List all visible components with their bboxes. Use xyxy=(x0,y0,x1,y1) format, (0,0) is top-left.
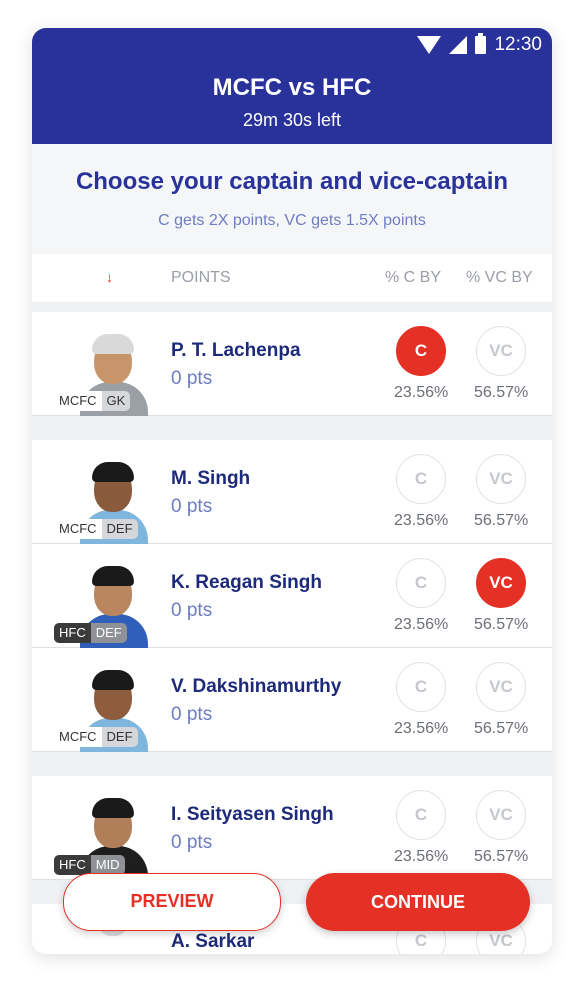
captain-button[interactable]: C xyxy=(396,790,446,840)
player-row: MCFC GK P. T. Lachenpa 0 pts C VC 23.56%… xyxy=(32,312,552,416)
player-name: P. T. Lachenpa xyxy=(171,340,301,361)
vice-captain-percent: 56.57% xyxy=(474,616,529,633)
status-bar: 12:30 xyxy=(417,33,542,56)
wifi-icon xyxy=(417,36,442,54)
page-subtitle: C gets 2X points, VC gets 1.5X points xyxy=(158,212,426,229)
team-position-tag: HFC DEF xyxy=(54,623,127,643)
player-name: M. Singh xyxy=(171,468,251,489)
player-row: HFC DEF K. Reagan Singh 0 pts C VC 23.56… xyxy=(32,544,552,648)
time-left: 29m 30s left xyxy=(242,110,342,130)
team-position-tag: HFC MID xyxy=(54,855,125,875)
vice-captain-button[interactable]: VC xyxy=(476,558,526,608)
captain-percent: 23.56% xyxy=(394,720,449,737)
signal-icon xyxy=(449,36,468,54)
player-points: 0 pts xyxy=(171,704,213,725)
sort-arrow-icon[interactable]: ↓ xyxy=(106,269,113,285)
position-label: DEF xyxy=(101,727,138,747)
player-name: I. Seityasen Singh xyxy=(171,804,334,825)
page-title: Choose your captain and vice-captain xyxy=(75,168,509,195)
player-name: K. Reagan Singh xyxy=(171,572,322,593)
player-points: 0 pts xyxy=(171,600,213,621)
player-row: MCFC DEF V. Dakshinamurthy 0 pts C VC 23… xyxy=(32,648,552,752)
captain-button[interactable]: C xyxy=(396,558,446,608)
vice-captain-button[interactable]: VC xyxy=(476,662,526,712)
captain-percent: 23.56% xyxy=(394,616,449,633)
captain-button[interactable]: C xyxy=(396,326,446,376)
match-title: MCFC vs HFC xyxy=(212,74,372,101)
team-label: HFC xyxy=(54,623,91,643)
captain-button[interactable]: C xyxy=(396,454,446,504)
points-column-header[interactable]: POINTS xyxy=(171,269,231,287)
app-screen: 12:30 MCFC vs HFC 29m 30s left Choose yo… xyxy=(32,28,552,954)
player-points: 0 pts xyxy=(171,368,213,389)
team-label: HFC xyxy=(54,855,91,875)
captain-percent: 23.56% xyxy=(394,384,449,401)
player-points: 0 pts xyxy=(171,832,213,853)
vice-captain-button[interactable]: VC xyxy=(476,326,526,376)
intro-section: Choose your captain and vice-captain C g… xyxy=(32,144,552,254)
player-row: HFC MID I. Seityasen Singh 0 pts C VC 23… xyxy=(32,776,552,880)
vice-captain-percent: 56.57% xyxy=(474,512,529,529)
vc-by-column-header[interactable]: % VC BY xyxy=(466,269,533,287)
team-position-tag: MCFC DEF xyxy=(54,519,138,539)
player-row: MCFC DEF M. Singh 0 pts C VC 23.56% 56.5… xyxy=(32,440,552,544)
status-time: 12:30 xyxy=(494,34,542,55)
position-label: DEF xyxy=(101,519,138,539)
c-by-column-header[interactable]: % C BY xyxy=(385,269,441,287)
captain-percent: 23.56% xyxy=(394,848,449,865)
player-name: A. Sarkar xyxy=(171,931,255,952)
team-label: MCFC xyxy=(54,727,102,747)
battery-icon xyxy=(475,33,487,54)
vice-captain-percent: 56.57% xyxy=(474,848,529,865)
preview-button[interactable]: PREVIEW xyxy=(63,873,281,931)
player-points: 0 pts xyxy=(171,496,213,517)
player-name: V. Dakshinamurthy xyxy=(171,676,342,697)
continue-button[interactable]: CONTINUE xyxy=(306,873,530,931)
position-label: MID xyxy=(90,855,125,875)
position-label: GK xyxy=(101,391,131,411)
team-position-tag: MCFC GK xyxy=(54,391,131,411)
captain-button[interactable]: C xyxy=(396,662,446,712)
team-label: MCFC xyxy=(54,519,102,539)
column-header: ↓ POINTS % C BY % VC BY xyxy=(32,254,552,302)
vice-captain-button[interactable]: VC xyxy=(476,790,526,840)
vice-captain-percent: 56.57% xyxy=(474,720,529,737)
vice-captain-percent: 56.57% xyxy=(474,384,529,401)
header: 12:30 MCFC vs HFC 29m 30s left xyxy=(32,28,552,144)
team-label: MCFC xyxy=(54,391,102,411)
team-position-tag: MCFC DEF xyxy=(54,727,138,747)
vice-captain-button[interactable]: VC xyxy=(476,454,526,504)
captain-percent: 23.56% xyxy=(394,512,449,529)
position-label: DEF xyxy=(90,623,127,643)
